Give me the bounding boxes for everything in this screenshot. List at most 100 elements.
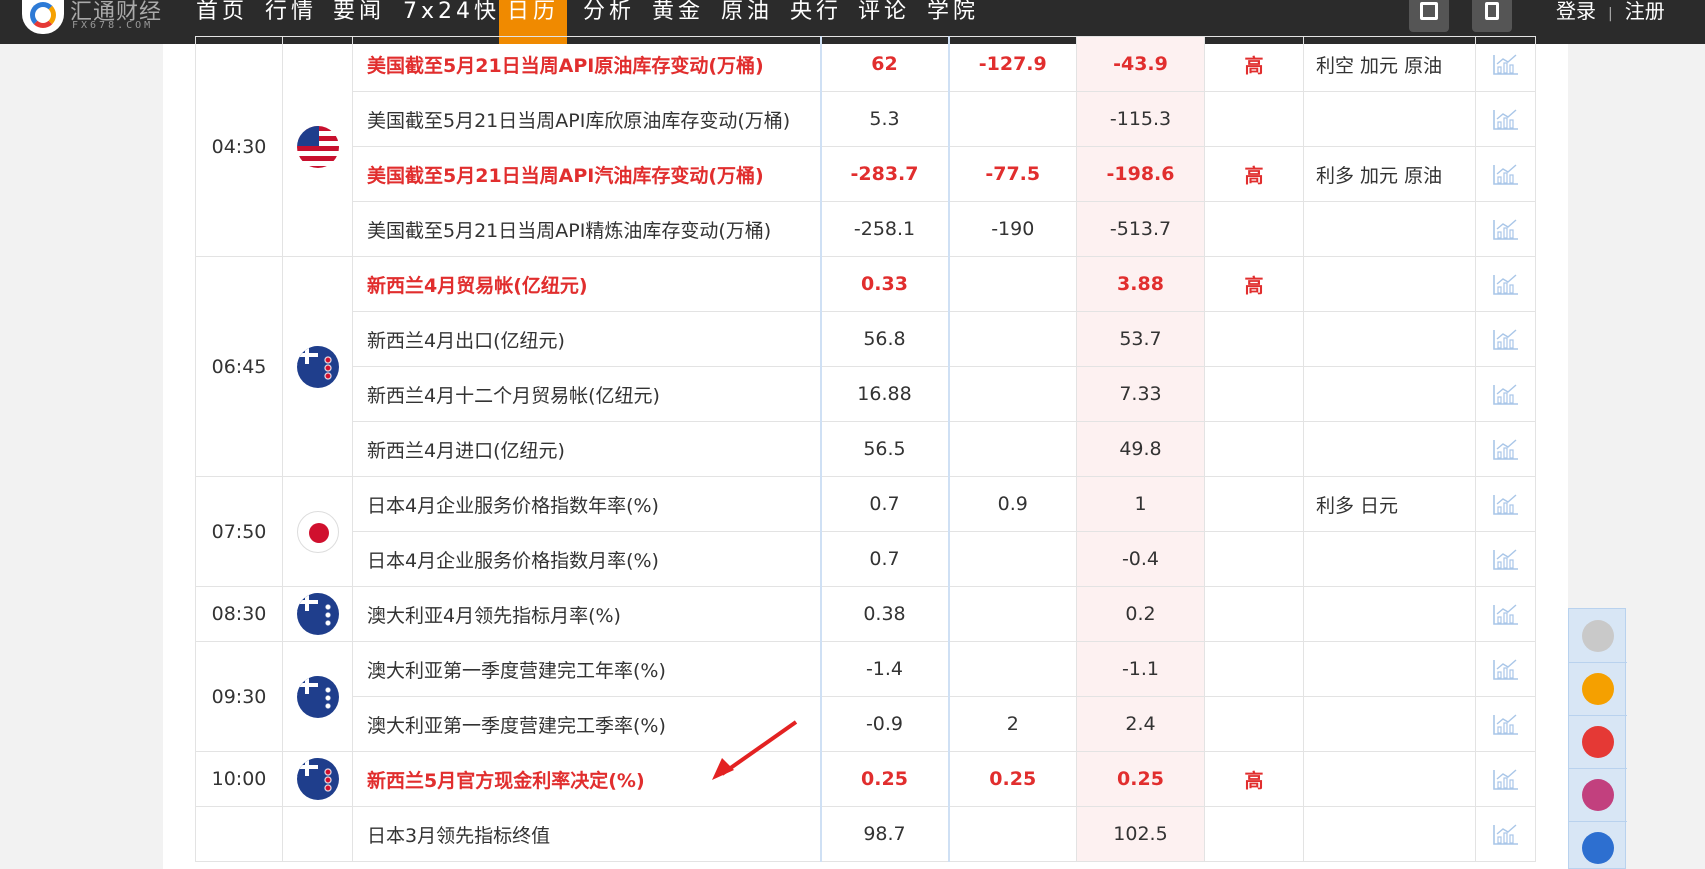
- login-link[interactable]: 登录: [1556, 0, 1596, 23]
- importance-level: [1204, 531, 1304, 587]
- mobile-view-button[interactable]: [1472, 0, 1512, 32]
- economic-calendar-table: 04:30 美国截至5月21日当周API原油库存变动(万桶) 62 -127.9 -43…: [195, 36, 1536, 862]
- nav-item-6[interactable]: 黄金: [652, 0, 704, 34]
- table-row[interactable]: 10:00 新西兰5月官方现金利率决定(%) 0.25 0.25 0.25 高: [195, 751, 1536, 807]
- table-row[interactable]: 09:30 澳大利亚第一季度营建完工年率(%) -1.4 -1.1: [195, 641, 1536, 752]
- table-row[interactable]: 07:50 日本4月企业服务价格指数年率(%) 0.7 0.9 1 利多 日元: [195, 476, 1536, 587]
- table-row[interactable]: 日本3月领先指标终值 98.7 102.5: [195, 806, 1536, 862]
- nav-item-2[interactable]: 要闻: [333, 0, 385, 34]
- chart-icon[interactable]: [1492, 548, 1519, 571]
- nav-item-1[interactable]: 行情: [265, 0, 317, 34]
- nav-item-8[interactable]: 央行: [790, 0, 842, 34]
- chart-button[interactable]: [1475, 36, 1536, 92]
- table-row[interactable]: 04:30 美国截至5月21日当周API原油库存变动(万桶) 62 -127.9 -43…: [195, 36, 1536, 257]
- actual-value: 0.2: [1076, 586, 1205, 642]
- event-name[interactable]: 美国截至5月21日当周API汽油库存变动(万桶): [352, 146, 821, 202]
- chart-icon[interactable]: [1492, 218, 1519, 241]
- event-name[interactable]: 澳大利亚4月领先指标月率(%): [352, 586, 821, 642]
- event-name[interactable]: 美国截至5月21日当周API精炼油库存变动(万桶): [352, 201, 821, 257]
- chart-icon[interactable]: [1492, 823, 1519, 846]
- chart-button[interactable]: [1475, 586, 1536, 642]
- event-name[interactable]: 新西兰4月贸易帐(亿纽元): [352, 256, 821, 312]
- nav-item-9[interactable]: 评论: [858, 0, 910, 34]
- table-row[interactable]: 06:45 新西兰4月贸易帐(亿纽元) 0.33 3.88 高: [195, 256, 1536, 477]
- chart-icon[interactable]: [1492, 53, 1519, 76]
- forecast-value: -77.5: [947, 146, 1077, 202]
- toolbar-divider: [1569, 715, 1627, 716]
- table-row[interactable]: 美国截至5月21日当周API库欣原油库存变动(万桶) 5.3 -115.3: [196, 91, 1536, 147]
- market-effect: [1303, 366, 1476, 422]
- chart-icon[interactable]: [1492, 438, 1519, 461]
- event-name[interactable]: 新西兰4月出口(亿纽元): [352, 311, 821, 367]
- floating-toolbar: [1568, 608, 1627, 869]
- event-name[interactable]: 日本3月领先指标终值: [352, 806, 821, 862]
- event-time: 09:30: [195, 641, 283, 752]
- chart-icon[interactable]: [1492, 328, 1519, 351]
- chart-button[interactable]: [1475, 751, 1536, 807]
- previous-value: 0.38: [819, 586, 949, 642]
- chart-button[interactable]: [1475, 641, 1536, 697]
- chart-icon[interactable]: [1492, 768, 1519, 791]
- chart-button[interactable]: [1475, 421, 1536, 477]
- site-logo[interactable]: 汇通财经 FX678.COM: [22, 0, 182, 44]
- event-name[interactable]: 日本4月企业服务价格指数月率(%): [352, 531, 821, 587]
- chart-icon[interactable]: [1492, 163, 1519, 186]
- calendar-icon[interactable]: [1582, 779, 1614, 811]
- chart-icon[interactable]: [1492, 658, 1519, 681]
- chart-button[interactable]: [1475, 366, 1536, 422]
- table-row[interactable]: 美国截至5月21日当周API汽油库存变动(万桶) -283.7 -77.5 -198.…: [196, 146, 1536, 202]
- nav-item-0[interactable]: 首页: [196, 0, 248, 34]
- actual-value: 7.33: [1076, 366, 1205, 422]
- forecast-value: [947, 311, 1077, 367]
- table-row[interactable]: 澳大利亚第一季度营建完工季率(%) -0.9 2 2.4: [196, 696, 1536, 752]
- market-effect: [1303, 201, 1476, 257]
- chart-icon[interactable]: [1492, 493, 1519, 516]
- event-name[interactable]: 澳大利亚第一季度营建完工年率(%): [352, 641, 821, 697]
- event-name[interactable]: 美国截至5月21日当周API原油库存变动(万桶): [352, 36, 821, 92]
- event-name[interactable]: 美国截至5月21日当周API库欣原油库存变动(万桶): [352, 91, 821, 147]
- chart-button[interactable]: [1475, 91, 1536, 147]
- country-flag-cell: [282, 641, 353, 752]
- event-name[interactable]: 新西兰4月进口(亿纽元): [352, 421, 821, 477]
- country-flag-cell: [282, 751, 353, 807]
- table-row[interactable]: 08:30 澳大利亚4月领先指标月率(%) 0.38 0.2: [195, 586, 1536, 642]
- table-row[interactable]: 新西兰4月进口(亿纽元) 56.5 49.8: [196, 421, 1536, 477]
- register-link[interactable]: 注册: [1625, 0, 1665, 23]
- chart-icon[interactable]: [1492, 108, 1519, 131]
- chart-icon[interactable]: [1492, 383, 1519, 406]
- chart-button[interactable]: [1475, 696, 1536, 752]
- toolbar-divider: [1569, 662, 1627, 663]
- actual-value: 102.5: [1076, 806, 1205, 862]
- chart-button[interactable]: [1475, 806, 1536, 862]
- favorite-star-icon[interactable]: [1582, 726, 1614, 758]
- event-time: [195, 806, 283, 862]
- scroll-top-icon[interactable]: [1582, 620, 1614, 652]
- chart-button[interactable]: [1475, 476, 1536, 532]
- chart-button[interactable]: [1475, 146, 1536, 202]
- check-icon[interactable]: [1582, 673, 1614, 705]
- nav-item-10[interactable]: 学院: [927, 0, 979, 34]
- event-name[interactable]: 日本4月企业服务价格指数年率(%): [352, 476, 821, 532]
- nav-item-5[interactable]: 分析: [583, 0, 635, 34]
- chart-button[interactable]: [1475, 201, 1536, 257]
- chart-icon[interactable]: [1492, 273, 1519, 296]
- event-time: 07:50: [195, 476, 283, 587]
- table-row[interactable]: 美国截至5月21日当周API精炼油库存变动(万桶) -258.1 -190 -513.…: [196, 201, 1536, 257]
- forecast-value: [947, 641, 1077, 697]
- chart-button[interactable]: [1475, 256, 1536, 312]
- chart-button[interactable]: [1475, 311, 1536, 367]
- event-name[interactable]: 新西兰4月十二个月贸易帐(亿纽元): [352, 366, 821, 422]
- table-row[interactable]: 新西兰4月十二个月贸易帐(亿纽元) 16.88 7.33: [196, 366, 1536, 422]
- au-flag-icon: [296, 675, 339, 718]
- forecast-value: [947, 256, 1077, 312]
- share-icon[interactable]: [1582, 832, 1614, 864]
- previous-value: 0.7: [819, 531, 949, 587]
- importance-level: [1204, 91, 1304, 147]
- table-row[interactable]: 日本4月企业服务价格指数月率(%) 0.7 -0.4: [196, 531, 1536, 587]
- chart-button[interactable]: [1475, 531, 1536, 587]
- desktop-view-button[interactable]: [1409, 0, 1449, 32]
- table-row[interactable]: 新西兰4月出口(亿纽元) 56.8 53.7: [196, 311, 1536, 367]
- chart-icon[interactable]: [1492, 713, 1519, 736]
- chart-icon[interactable]: [1492, 603, 1519, 626]
- nav-item-7[interactable]: 原油: [721, 0, 773, 34]
